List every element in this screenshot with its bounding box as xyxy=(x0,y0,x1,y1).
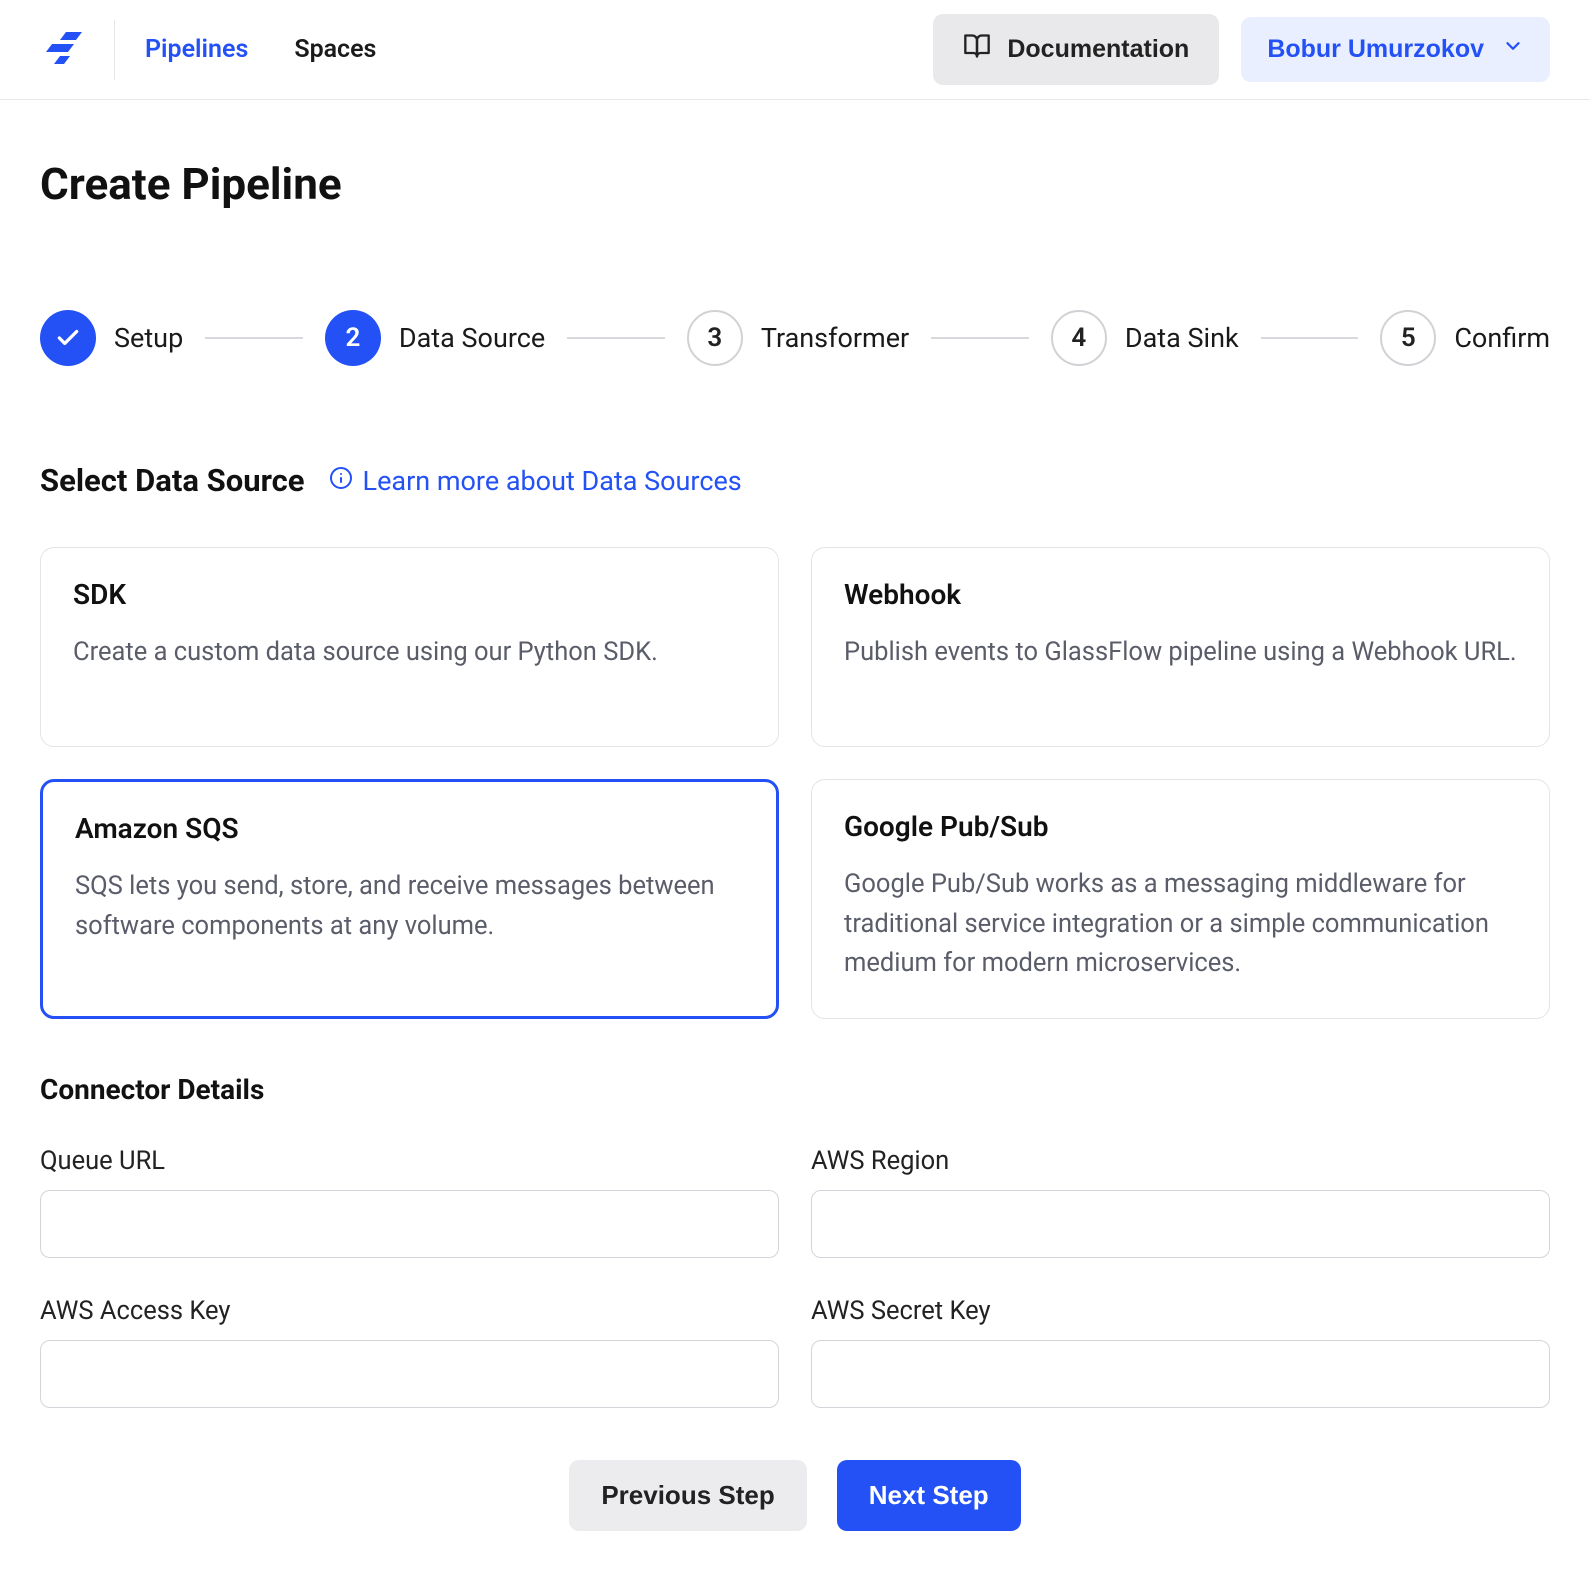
step-label-data-source: Data Source xyxy=(399,322,545,354)
step-data-source[interactable]: 2 Data Source xyxy=(325,310,545,366)
step-confirm[interactable]: 5 Confirm xyxy=(1380,310,1550,366)
chevron-down-icon xyxy=(1502,35,1524,64)
section-header: Select Data Source Learn more about Data… xyxy=(40,462,1550,499)
field-aws-access-key: AWS Access Key xyxy=(40,1296,779,1408)
step-circle-setup xyxy=(40,310,96,366)
nav-spaces[interactable]: Spaces xyxy=(294,35,376,64)
info-icon xyxy=(329,465,353,497)
step-label-setup: Setup xyxy=(114,322,183,354)
source-card-sdk[interactable]: SDK Create a custom data source using ou… xyxy=(40,547,779,747)
section-title: Select Data Source xyxy=(40,462,305,499)
source-card-title: Google Pub/Sub xyxy=(844,810,1517,843)
book-icon xyxy=(963,32,991,67)
user-name: Bobur Umurzokov xyxy=(1267,35,1484,64)
app-header: Pipelines Spaces Documentation Bobur Umu… xyxy=(0,0,1590,100)
step-divider xyxy=(205,337,303,339)
step-divider xyxy=(1261,337,1359,339)
input-aws-secret-key[interactable] xyxy=(811,1340,1550,1408)
source-card-desc: Create a custom data source using our Py… xyxy=(73,633,746,673)
label-aws-region: AWS Region xyxy=(811,1146,1550,1176)
nav-pipelines[interactable]: Pipelines xyxy=(145,35,248,64)
source-card-title: Amazon SQS xyxy=(75,812,744,845)
check-icon xyxy=(55,325,81,351)
step-data-sink[interactable]: 4 Data Sink xyxy=(1051,310,1239,366)
source-card-desc: SQS lets you send, store, and receive me… xyxy=(75,867,744,946)
connector-details-title: Connector Details xyxy=(40,1073,1550,1106)
documentation-label: Documentation xyxy=(1007,35,1189,64)
step-divider xyxy=(567,337,665,339)
input-aws-region[interactable] xyxy=(811,1190,1550,1258)
user-menu-button[interactable]: Bobur Umurzokov xyxy=(1241,17,1550,82)
learn-more-label: Learn more about Data Sources xyxy=(363,465,742,497)
step-circle-confirm: 5 xyxy=(1380,310,1436,366)
source-card-grid: SDK Create a custom data source using ou… xyxy=(40,547,1550,1019)
footer-buttons: Previous Step Next Step xyxy=(40,1460,1550,1531)
source-card-desc: Google Pub/Sub works as a messaging midd… xyxy=(844,865,1517,984)
source-card-google-pubsub[interactable]: Google Pub/Sub Google Pub/Sub works as a… xyxy=(811,779,1550,1019)
source-card-title: Webhook xyxy=(844,578,1517,611)
step-circle-data-source: 2 xyxy=(325,310,381,366)
header-left: Pipelines Spaces xyxy=(40,20,376,80)
step-divider xyxy=(931,337,1029,339)
source-card-webhook[interactable]: Webhook Publish events to GlassFlow pipe… xyxy=(811,547,1550,747)
source-card-amazon-sqs[interactable]: Amazon SQS SQS lets you send, store, and… xyxy=(40,779,779,1019)
field-queue-url: Queue URL xyxy=(40,1146,779,1258)
main-content: Create Pipeline Setup 2 Data Source 3 Tr… xyxy=(0,100,1590,1571)
input-queue-url[interactable] xyxy=(40,1190,779,1258)
app-logo[interactable] xyxy=(40,20,115,80)
connector-form: Queue URL AWS Region AWS Access Key AWS … xyxy=(40,1146,1550,1408)
field-aws-secret-key: AWS Secret Key xyxy=(811,1296,1550,1408)
step-circle-transformer: 3 xyxy=(687,310,743,366)
field-aws-region: AWS Region xyxy=(811,1146,1550,1258)
logo-icon xyxy=(40,28,86,72)
step-circle-data-sink: 4 xyxy=(1051,310,1107,366)
label-aws-access-key: AWS Access Key xyxy=(40,1296,779,1326)
step-setup[interactable]: Setup xyxy=(40,310,183,366)
documentation-button[interactable]: Documentation xyxy=(933,14,1219,85)
previous-step-button[interactable]: Previous Step xyxy=(569,1460,806,1531)
next-step-button[interactable]: Next Step xyxy=(837,1460,1021,1531)
stepper: Setup 2 Data Source 3 Transformer 4 Data… xyxy=(40,310,1550,366)
step-label-data-sink: Data Sink xyxy=(1125,322,1239,354)
source-card-title: SDK xyxy=(73,578,746,611)
source-card-desc: Publish events to GlassFlow pipeline usi… xyxy=(844,633,1517,673)
label-queue-url: Queue URL xyxy=(40,1146,779,1176)
step-transformer[interactable]: 3 Transformer xyxy=(687,310,909,366)
header-right: Documentation Bobur Umurzokov xyxy=(933,14,1550,85)
step-label-transformer: Transformer xyxy=(761,322,909,354)
label-aws-secret-key: AWS Secret Key xyxy=(811,1296,1550,1326)
main-nav: Pipelines Spaces xyxy=(145,35,376,64)
step-label-confirm: Confirm xyxy=(1454,322,1550,354)
page-title: Create Pipeline xyxy=(40,158,1550,210)
learn-more-link[interactable]: Learn more about Data Sources xyxy=(329,465,742,497)
input-aws-access-key[interactable] xyxy=(40,1340,779,1408)
